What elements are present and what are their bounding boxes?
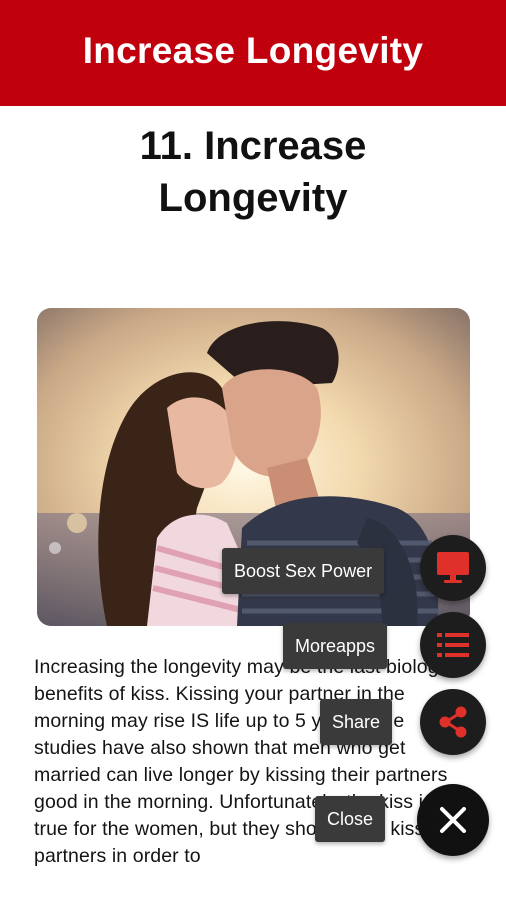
app-bar-title: Increase Longevity xyxy=(82,30,424,71)
heading-line-1: 11. Increase xyxy=(139,124,367,168)
heading-line-2: Longevity xyxy=(158,176,348,220)
close-label[interactable]: Close xyxy=(315,796,386,842)
boost-sex-power-label[interactable]: Boost Sex Power xyxy=(222,548,385,594)
boost-sex-power-label-text: Boost Sex Power xyxy=(234,561,373,581)
monitor-icon xyxy=(437,552,469,583)
close-label-text: Close xyxy=(327,809,374,829)
list-icon xyxy=(437,633,469,657)
close-icon xyxy=(440,807,466,833)
boost-sex-power-button[interactable] xyxy=(420,535,486,601)
share-button[interactable] xyxy=(420,689,486,755)
app-screen: Increase Longevity 11. Increase Longevit… xyxy=(0,0,506,900)
article-text: Increasing the longevity may be the last… xyxy=(34,656,469,867)
moreapps-label[interactable]: Moreapps xyxy=(283,623,388,669)
page-heading: 11. Increase Longevity xyxy=(0,120,506,224)
share-label-text: Share xyxy=(332,712,381,732)
close-fab-button[interactable] xyxy=(417,784,489,856)
moreapps-button[interactable] xyxy=(420,612,486,678)
moreapps-label-text: Moreapps xyxy=(295,636,376,656)
share-label[interactable]: Share xyxy=(320,699,393,745)
share-icon xyxy=(439,706,467,738)
app-bar: Increase Longevity xyxy=(0,0,506,106)
